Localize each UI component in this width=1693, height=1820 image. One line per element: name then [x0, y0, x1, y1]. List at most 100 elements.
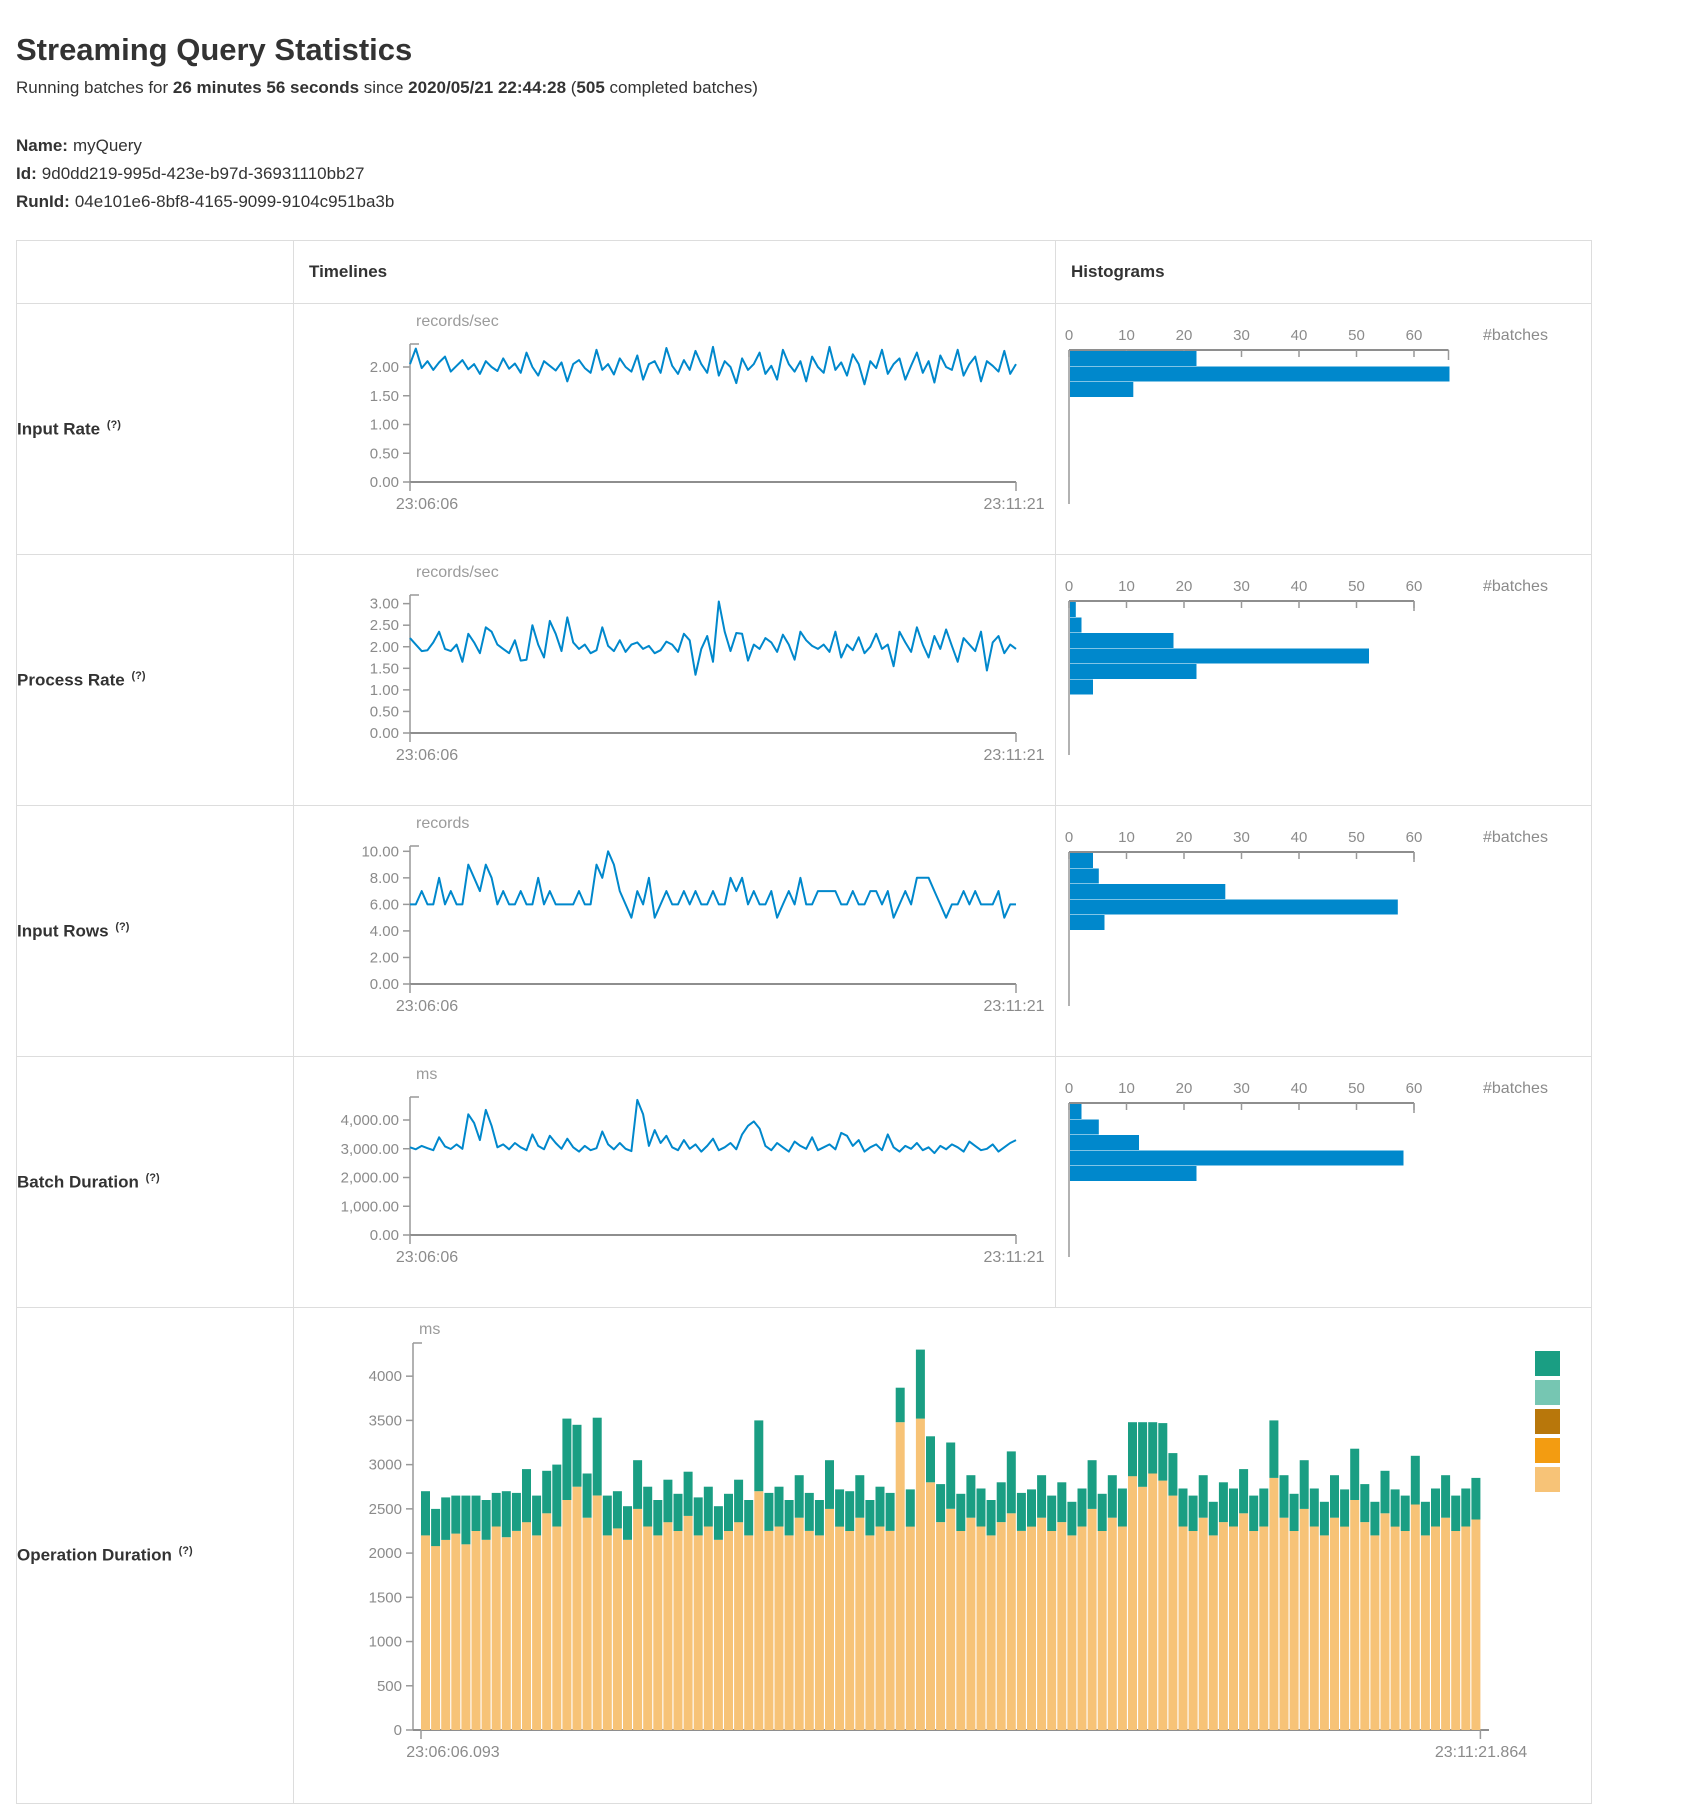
input-rows-row: Input Rows (?) records 10.00 8.00 6.00 4.00 2…	[17, 806, 1592, 1057]
batch-duration-label-cell: Batch Duration (?)	[17, 1057, 294, 1308]
svg-text:10: 10	[1118, 327, 1135, 344]
input-rows-label: Input Rows	[17, 921, 109, 940]
process-rate-label: Process Rate	[17, 670, 125, 689]
svg-text:3,000.00: 3,000.00	[341, 1141, 399, 1158]
svg-text:60: 60	[1406, 327, 1423, 344]
input-rows-label-cell: Input Rows (?)	[17, 806, 294, 1057]
svg-text:records/sec: records/sec	[416, 564, 499, 581]
svg-text:30: 30	[1233, 829, 1250, 846]
svg-text:50: 50	[1348, 327, 1365, 344]
process-rate-timeline-chart: records/sec3.002.502.001.501.000.500.002…	[294, 555, 1055, 805]
svg-text:10: 10	[1118, 829, 1135, 846]
completed-batches-count: 505	[576, 78, 604, 97]
query-runid-row: RunId:04e101e6-8bf8-4165-9099-9104c951ba…	[16, 188, 1677, 216]
svg-text:23:06:06.093: 23:06:06.093	[406, 1744, 500, 1761]
input-rate-timeline-chart: records/sec2.001.501.000.500.0023:06:062…	[294, 304, 1055, 554]
svg-text:0.00: 0.00	[370, 474, 399, 491]
input-rows-help-icon[interactable]: (?)	[115, 921, 129, 933]
svg-text:30: 30	[1233, 327, 1250, 344]
svg-text:23:06:06: 23:06:06	[396, 496, 458, 513]
svg-text:2,000.00: 2,000.00	[341, 1170, 399, 1187]
svg-text:ms: ms	[419, 1321, 440, 1338]
process-rate-help-icon[interactable]: (?)	[131, 670, 145, 682]
batch-duration-row: Batch Duration (?) ms 4,000.00 3,000.00 2,0…	[17, 1057, 1592, 1308]
svg-text:1.50: 1.50	[370, 388, 399, 405]
svg-text:50: 50	[1348, 829, 1365, 846]
svg-text:0.50: 0.50	[370, 445, 399, 462]
query-id-value: 9d0dd219-995d-423e-b97d-36931110bb27	[42, 164, 365, 183]
header-histograms: Histograms	[1056, 241, 1592, 304]
batch-duration-timeline-chart: ms 4,000.00 3,000.00 2,000.00 1,000.00 0.00 23…	[294, 1057, 1055, 1307]
operation-duration-label-cell: Operation Duration (?)	[17, 1308, 294, 1804]
operation-duration-help-icon[interactable]: (?)	[179, 1545, 193, 1557]
process-rate-row: Process Rate (?) records/sec3.002.502.00…	[17, 555, 1592, 806]
svg-text:2.50: 2.50	[370, 617, 399, 634]
svg-text:1,000.00: 1,000.00	[341, 1198, 399, 1215]
input-rate-help-icon[interactable]: (?)	[107, 419, 121, 431]
running-duration: 26 minutes 56 seconds	[173, 78, 359, 97]
svg-text:10: 10	[1118, 578, 1135, 595]
svg-text:40: 40	[1291, 578, 1308, 595]
svg-text:0.00: 0.00	[370, 725, 399, 742]
query-name-row: Name:myQuery	[16, 132, 1677, 160]
query-info: Name:myQuery Id:9d0dd219-995d-423e-b97d-…	[16, 132, 1677, 216]
operation-duration-row: Operation Duration (?) ms400035003000250…	[17, 1308, 1592, 1804]
svg-text:#batches: #batches	[1483, 1080, 1548, 1097]
svg-text:23:06:06: 23:06:06	[396, 998, 458, 1015]
page-title: Streaming Query Statistics	[16, 32, 1677, 68]
svg-text:40: 40	[1291, 327, 1308, 344]
svg-text:ms: ms	[416, 1066, 437, 1083]
svg-text:0: 0	[1065, 327, 1073, 344]
header-empty-cell	[17, 241, 294, 304]
svg-text:3500: 3500	[369, 1413, 402, 1430]
stats-table: Timelines Histograms Input Rate (?) reco…	[16, 240, 1592, 1804]
input-rows-histogram-chart: 0102030405060#batches	[1056, 806, 1591, 1056]
input-rate-histogram-chart: 0102030405060#batches	[1056, 304, 1591, 554]
svg-text:2000: 2000	[369, 1545, 402, 1562]
input-rate-timeline-cell: records/sec2.001.501.000.500.0023:06:062…	[294, 304, 1056, 555]
svg-text:60: 60	[1406, 578, 1423, 595]
header-timelines: Timelines	[294, 241, 1056, 304]
svg-text:0: 0	[1065, 1080, 1073, 1097]
svg-text:1500: 1500	[369, 1589, 402, 1606]
svg-text:2.00: 2.00	[370, 950, 399, 967]
svg-text:0.00: 0.00	[370, 1227, 399, 1244]
process-rate-label-cell: Process Rate (?)	[17, 555, 294, 806]
running-batches-summary: Running batches for 26 minutes 56 second…	[16, 78, 1677, 98]
svg-text:60: 60	[1406, 829, 1423, 846]
stats-header-row: Timelines Histograms	[17, 241, 1592, 304]
svg-text:0: 0	[1065, 829, 1073, 846]
svg-text:0: 0	[394, 1722, 402, 1739]
svg-text:1.00: 1.00	[370, 417, 399, 434]
batch-duration-label: Batch Duration	[17, 1172, 139, 1191]
svg-text:4,000.00: 4,000.00	[341, 1112, 399, 1129]
svg-text:6.00: 6.00	[370, 897, 399, 914]
svg-text:10.00: 10.00	[361, 843, 399, 860]
batch-duration-histogram-chart: 0102030405060#batches	[1056, 1057, 1591, 1307]
svg-text:records: records	[416, 815, 469, 832]
svg-text:60: 60	[1406, 1080, 1423, 1097]
svg-text:23:11:21: 23:11:21	[983, 1249, 1044, 1266]
batch-duration-help-icon[interactable]: (?)	[146, 1172, 160, 1184]
svg-text:#batches: #batches	[1483, 578, 1548, 595]
input-rate-row: Input Rate (?) records/sec2.001.501.000.…	[17, 304, 1592, 555]
svg-text:40: 40	[1291, 1080, 1308, 1097]
svg-text:1.00: 1.00	[370, 682, 399, 699]
svg-text:#batches: #batches	[1483, 327, 1548, 344]
svg-text:23:11:21: 23:11:21	[983, 998, 1044, 1015]
svg-text:23:11:21.864: 23:11:21.864	[1435, 1744, 1527, 1761]
svg-text:4.00: 4.00	[370, 923, 399, 940]
svg-text:8.00: 8.00	[370, 870, 399, 887]
query-id-row: Id:9d0dd219-995d-423e-b97d-36931110bb27	[16, 160, 1677, 188]
svg-text:23:11:21: 23:11:21	[983, 496, 1044, 513]
batch-duration-histogram-cell: 0102030405060#batches	[1056, 1057, 1592, 1308]
svg-text:20: 20	[1176, 578, 1193, 595]
input-rows-timeline-cell: records10.008.006.004.002.000.0023:06:06…	[294, 806, 1056, 1057]
query-name-value: myQuery	[73, 136, 142, 155]
process-rate-histogram-chart: 0102030405060#batches	[1056, 555, 1591, 805]
query-runid-label: RunId:	[16, 192, 70, 211]
input-rate-histogram-cell: 0102030405060#batches	[1056, 304, 1592, 555]
start-time: 2020/05/21 22:44:28	[408, 78, 566, 97]
svg-text:500: 500	[377, 1678, 402, 1695]
svg-text:23:06:06: 23:06:06	[396, 747, 458, 764]
